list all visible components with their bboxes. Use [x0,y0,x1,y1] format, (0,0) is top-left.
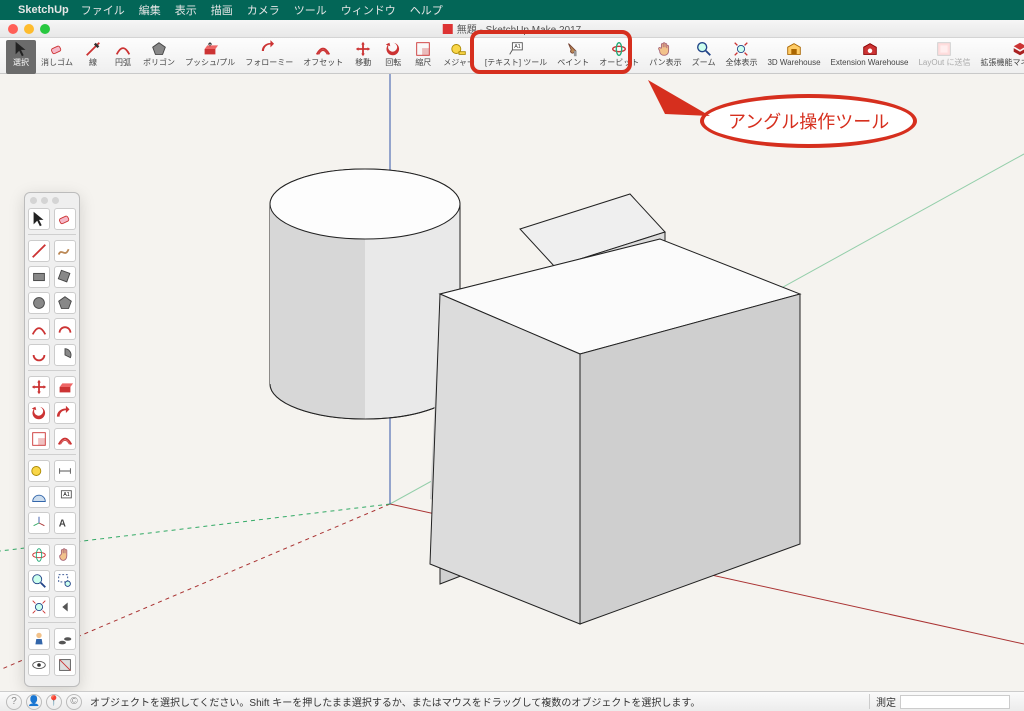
window-title: 無題 - SketchUp Make 2017 [457,21,582,36]
tool-eraser[interactable]: 消しゴム [36,40,78,74]
menu-view[interactable]: 表示 [175,2,197,18]
palette-rotated-rect[interactable] [54,266,76,288]
tool-3d-warehouse[interactable]: 3D Warehouse [762,40,825,74]
tool-pan[interactable]: パン表示 [644,40,686,74]
menu-edit[interactable]: 編集 [139,2,161,18]
callout-text: アングル操作ツール [728,112,889,132]
menu-window[interactable]: ウィンドウ [341,2,396,18]
palette-dimension[interactable] [54,460,76,482]
svg-text:A: A [59,519,66,530]
tool-zoom-extents[interactable]: 全体表示 [720,40,762,74]
zoom-window-button[interactable] [40,24,50,34]
palette-zoom-extents[interactable] [28,596,50,618]
tool-scale[interactable]: 縮尺 [408,40,438,74]
window-titlebar: 無題 - SketchUp Make 2017 [0,20,1024,38]
svg-text:A1: A1 [63,492,70,498]
tool-followme[interactable]: フォローミー [240,40,298,74]
palette-axes[interactable] [28,512,50,534]
annotation-callout: アングル操作ツール [700,94,917,148]
tool-zoom[interactable]: ズーム [687,40,721,74]
window-traffic-lights [8,24,50,34]
app-name[interactable]: SketchUp [18,4,69,16]
tool-select[interactable]: 選択 [6,40,36,74]
palette-zoom-window[interactable] [54,570,76,592]
measurement-label: 測定 [876,694,896,709]
palette-3pt-arc[interactable] [28,344,50,366]
palette-polygon[interactable] [54,292,76,314]
palette-circle[interactable] [28,292,50,314]
palette-tape[interactable] [28,460,50,482]
palette-look-around[interactable] [28,654,50,676]
svg-text:A1: A1 [514,44,521,50]
palette-orbit[interactable] [28,544,50,566]
tool-arc[interactable]: 円弧 [108,40,138,74]
tool-rotate[interactable]: 回転 [378,40,408,74]
tool-tape[interactable]: メジャー [438,40,480,74]
status-geo-icon[interactable]: 📍 [46,694,62,710]
palette-freehand[interactable] [54,240,76,262]
status-credit-icon[interactable]: © [66,694,82,710]
tool-extension-manager[interactable]: 拡張機能マネージャー [976,40,1024,74]
palette-line[interactable] [28,240,50,262]
status-bar: ? 👤 📍 © オブジェクトを選択してください。Shift キーを押したまま選択… [0,691,1024,711]
palette-previous[interactable] [54,596,76,618]
palette-eraser[interactable] [54,208,76,230]
palette-walk[interactable] [54,628,76,650]
palette-section[interactable] [54,654,76,676]
palette-text[interactable]: A1 [54,486,76,508]
palette-protractor[interactable] [28,486,50,508]
menu-camera[interactable]: カメラ [247,2,280,18]
close-window-button[interactable] [8,24,18,34]
palette-offset[interactable] [54,428,76,450]
palette-pushpull[interactable] [54,376,76,398]
os-menubar: SketchUp ファイル 編集 表示 描画 カメラ ツール ウィンドウ ヘルプ [0,0,1024,20]
palette-followme[interactable] [54,402,76,424]
minimize-window-button[interactable] [24,24,34,34]
palette-pan[interactable] [54,544,76,566]
palette-position-camera[interactable] [28,628,50,650]
menu-help[interactable]: ヘルプ [410,2,443,18]
palette-rectangle[interactable] [28,266,50,288]
menu-file[interactable]: ファイル [81,2,125,18]
tool-extension-warehouse[interactable]: Extension Warehouse [826,40,914,74]
measurement-field[interactable] [900,695,1010,709]
palette-3dtext[interactable]: A [54,512,76,534]
status-user-icon[interactable]: 👤 [26,694,42,710]
tool-send-to-layout: LayOut に送信 [913,40,975,74]
palette-zoom[interactable] [28,570,50,592]
menu-draw[interactable]: 描画 [211,2,233,18]
status-help-icon[interactable]: ? [6,694,22,710]
tool-text[interactable]: A1[テキスト] ツール [480,40,552,74]
large-toolset-palette[interactable]: A1 A [24,192,80,687]
tool-line[interactable]: 線 [78,40,108,74]
tool-paint[interactable]: ペイント [552,40,594,74]
palette-rotate[interactable] [28,402,50,424]
palette-scale[interactable] [28,428,50,450]
tool-shape[interactable]: ポリゴン [138,40,180,74]
palette-2pt-arc[interactable] [54,318,76,340]
menu-tools[interactable]: ツール [294,2,327,18]
tool-move[interactable]: 移動 [348,40,378,74]
model-viewport[interactable] [0,74,1024,691]
palette-pie[interactable] [54,344,76,366]
palette-select[interactable] [28,208,50,230]
tool-orbit[interactable]: オービット [594,40,644,74]
status-message: オブジェクトを選択してください。Shift キーを押したまま選択するか、またはマ… [90,694,869,709]
main-toolbar: 選択 消しゴム 線 円弧 ポリゴン プッシュ/プル フォローミー オフセット 移… [0,38,1024,74]
tool-pushpull[interactable]: プッシュ/プル [180,40,240,74]
document-badge-icon [443,24,453,34]
palette-arc[interactable] [28,318,50,340]
tool-offset[interactable]: オフセット [298,40,348,74]
palette-move[interactable] [28,376,50,398]
